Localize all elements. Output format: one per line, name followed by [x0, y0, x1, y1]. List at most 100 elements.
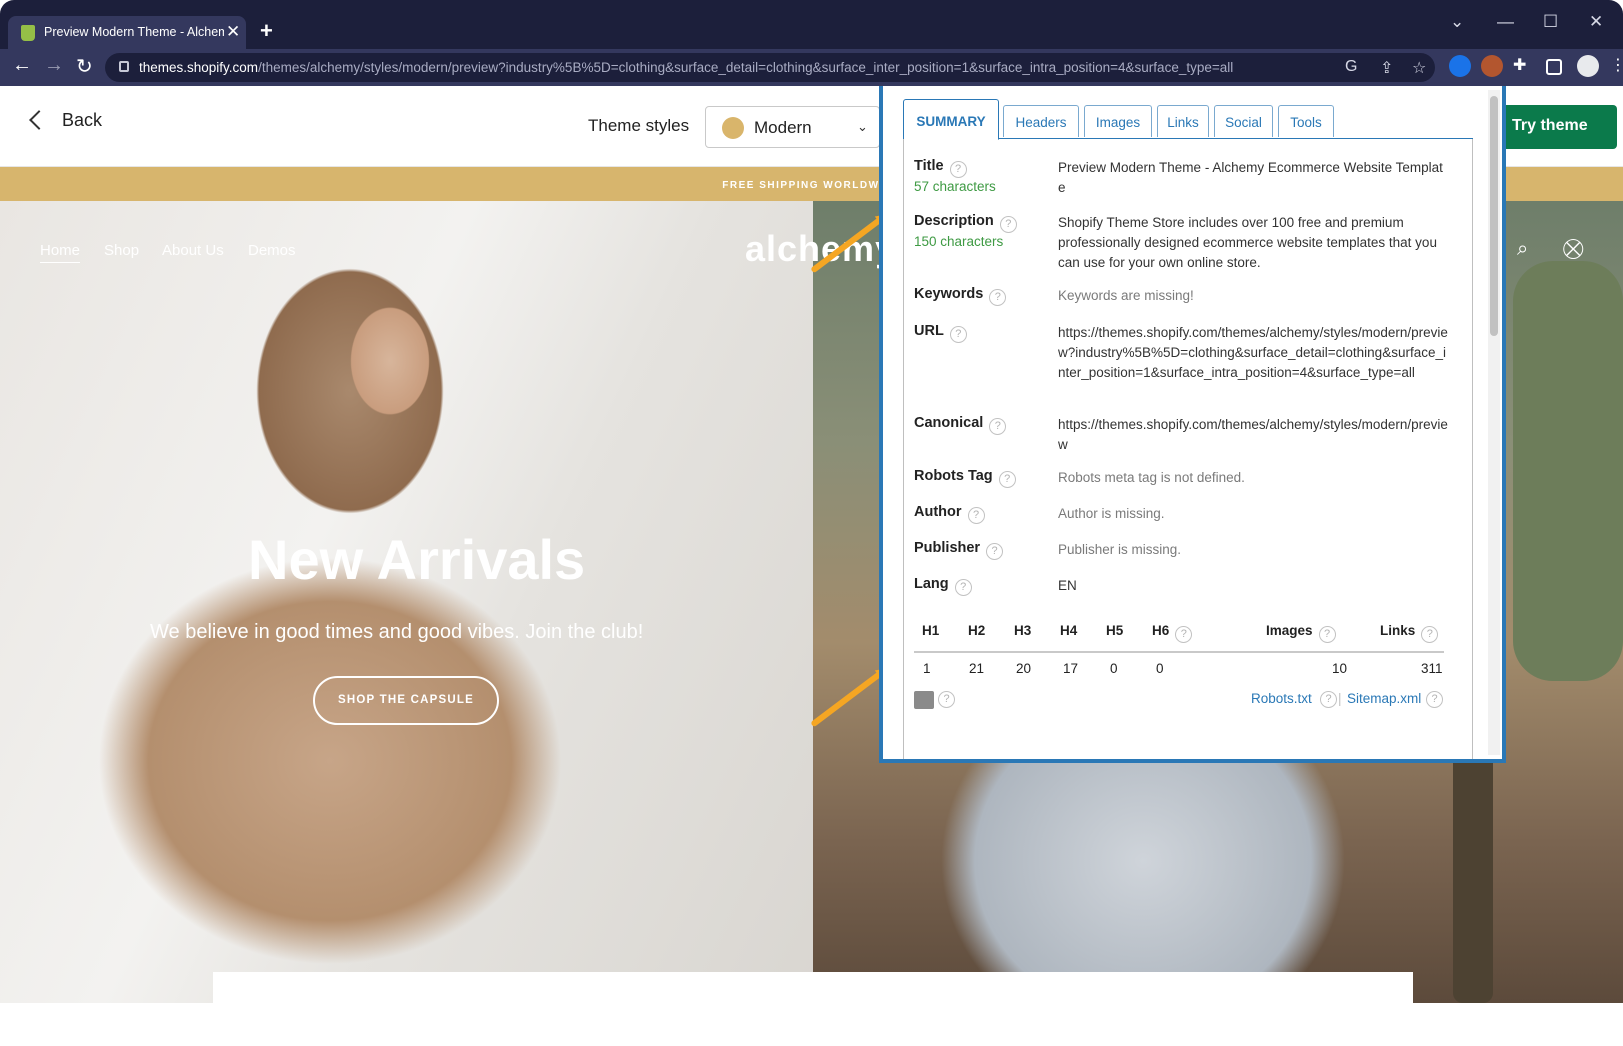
new-tab-icon[interactable]: + [260, 18, 273, 44]
col-h2: H2 [968, 623, 986, 638]
theme-styles-label: Theme styles [588, 116, 690, 135]
hero-tagline: We believe in good times and good vibes.… [150, 621, 644, 643]
help-icon[interactable]: ? [1426, 691, 1443, 708]
help-icon[interactable]: ? [949, 161, 967, 178]
profile-avatar-icon[interactable] [1577, 55, 1599, 77]
maximize-icon[interactable]: ☐ [1543, 12, 1558, 32]
tab-images[interactable]: Images [1084, 105, 1152, 137]
help-icon[interactable]: ? [986, 543, 1004, 560]
lang-label: Lang? [914, 576, 972, 596]
col-h4: H4 [1060, 623, 1078, 638]
search-icon[interactable]: ⌕ [1517, 238, 1528, 261]
cell-h6: 0 [1156, 661, 1164, 676]
forward-arrow-icon[interactable]: → [44, 54, 64, 77]
share-icon[interactable]: ⇪ [1380, 58, 1393, 78]
cell-h3: 20 [1016, 661, 1032, 676]
side-panel-icon[interactable] [1546, 59, 1562, 75]
publisher-value: Publisher is missing. [1058, 542, 1182, 557]
back-button[interactable]: Back [29, 110, 103, 131]
tab-search-icon[interactable]: ⌄ [1450, 12, 1464, 32]
minimize-icon[interactable]: — [1497, 12, 1514, 32]
help-icon[interactable]: ? [1175, 626, 1193, 643]
tab-close-icon[interactable]: ✕ [226, 22, 240, 42]
tab-title: Preview Modern Theme - Alchemy Ecommerce… [44, 25, 224, 39]
help-icon[interactable]: ? [1421, 626, 1439, 643]
store-nav-about[interactable]: About Us [162, 242, 224, 259]
bookmark-star-icon[interactable]: ☆ [1412, 58, 1426, 78]
help-icon[interactable]: ? [949, 326, 967, 343]
title-value: Preview Modern Theme - Alchemy Ecommerce… [1058, 160, 1443, 195]
link-separator: | [1338, 691, 1342, 706]
description-value: Shopify Theme Store includes over 100 fr… [1058, 215, 1437, 270]
help-icon[interactable]: ? [999, 216, 1017, 233]
theme-style-select[interactable]: Modern ⌄ [705, 106, 880, 148]
url-label: URL? [914, 323, 967, 343]
chevron-down-icon: ⌄ [857, 119, 868, 134]
help-icon[interactable]: ? [989, 289, 1007, 306]
shop-the-capsule-button[interactable]: SHOP THE CAPSULE [313, 676, 499, 725]
canonical-value: https://themes.shopify.com/themes/alchem… [1058, 417, 1448, 452]
screenshot-frame: Preview Modern Theme - Alchemy Ecommerce… [0, 0, 1623, 1046]
kebab-menu-icon[interactable]: ⋮ [1610, 55, 1623, 77]
robots-txt-link[interactable]: Robots.txt [1251, 691, 1312, 706]
tab-summary[interactable]: SUMMARY [903, 99, 999, 140]
sitemap-xml-link[interactable]: Sitemap.xml [1347, 691, 1421, 706]
description-char-count: 150 characters [914, 234, 1004, 249]
extensions-puzzle-icon[interactable]: ✚ [1513, 55, 1535, 77]
help-icon[interactable]: ? [989, 418, 1007, 435]
col-links: Links? [1380, 623, 1439, 643]
close-window-icon[interactable]: ✕ [1589, 12, 1603, 32]
help-icon[interactable]: ? [967, 507, 985, 524]
tab-links[interactable]: Links [1157, 105, 1209, 137]
robots-tag-value: Robots meta tag is not defined. [1058, 470, 1245, 485]
store-nav-home[interactable]: Home [40, 242, 81, 263]
cart-basket-icon[interactable]: ⛒ [1563, 238, 1583, 261]
extension-check-icon[interactable] [1449, 55, 1471, 77]
keywords-value: Keywords are missing! [1058, 288, 1194, 303]
col-h6: H6? [1152, 623, 1193, 643]
seo-extension-popup: SUMMARY Headers Images Links Social Tool… [879, 86, 1506, 763]
help-icon[interactable]: ? [954, 579, 972, 596]
seo-extension-icon[interactable] [1481, 55, 1503, 77]
table-divider [914, 651, 1444, 653]
tab-tools[interactable]: Tools [1278, 105, 1334, 137]
robots-tag-label: Robots Tag? [914, 468, 1016, 488]
tab-headers[interactable]: Headers [1003, 105, 1079, 137]
seo-tab-bar: SUMMARY Headers Images Links Social Tool… [903, 99, 1473, 140]
help-icon[interactable]: ? [1320, 691, 1337, 708]
back-label: Back [62, 110, 103, 130]
col-images: Images? [1266, 623, 1336, 643]
palm-foliage [1513, 261, 1623, 681]
browser-toolbar: ← → ↻ themes.shopify.com/themes/alchemy/… [0, 49, 1623, 86]
store-nav-shop[interactable]: Shop [104, 242, 139, 259]
help-icon[interactable]: ? [998, 471, 1016, 488]
hero-title: New Arrivals [248, 528, 586, 591]
summary-panel: Title? 57 characters Preview Modern Them… [903, 139, 1473, 759]
url-value: https://themes.shopify.com/themes/alchem… [1058, 325, 1448, 380]
description-label: Description? [914, 213, 1017, 233]
popup-scrollbar[interactable] [1488, 90, 1500, 755]
browser-tab-bar: Preview Modern Theme - Alchemy Ecommerce… [0, 0, 1623, 49]
tab-social[interactable]: Social [1214, 105, 1273, 137]
style-selected-value: Modern [754, 118, 812, 137]
chart-trend-icon[interactable] [914, 691, 934, 709]
author-value: Author is missing. [1058, 506, 1165, 521]
lock-icon [119, 61, 129, 72]
help-icon[interactable]: ? [938, 691, 955, 708]
style-swatch [722, 117, 744, 139]
back-arrow-icon[interactable]: ← [12, 54, 32, 77]
page-bottom [0, 1003, 1623, 1046]
address-bar[interactable]: themes.shopify.com/themes/alchemy/styles… [105, 53, 1435, 82]
google-lens-icon[interactable]: G [1345, 58, 1357, 76]
canonical-label: Canonical? [914, 415, 1007, 435]
lang-value: EN [1058, 578, 1077, 593]
browser-tab[interactable]: Preview Modern Theme - Alchemy Ecommerce… [8, 16, 246, 49]
publisher-label: Publisher? [914, 540, 1004, 560]
help-icon[interactable]: ? [1318, 626, 1336, 643]
store-nav-demos[interactable]: Demos [248, 242, 296, 259]
cell-h4: 17 [1063, 661, 1079, 676]
cell-links: 311 [1421, 661, 1443, 676]
scrollbar-thumb[interactable] [1490, 96, 1498, 336]
reload-icon[interactable]: ↻ [76, 54, 93, 79]
col-h1: H1 [922, 623, 940, 638]
